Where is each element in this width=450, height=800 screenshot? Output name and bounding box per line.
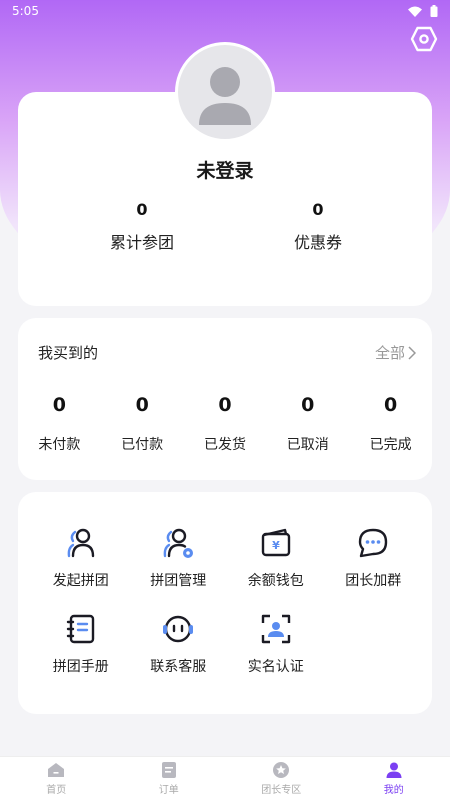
order-status-label: 已付款 — [121, 437, 164, 453]
tab-orders[interactable]: 订单 — [113, 757, 226, 800]
stat-group-count[interactable]: 0 累计参团 — [62, 200, 222, 253]
service-real-name-verification[interactable]: 实名认证 — [227, 612, 325, 676]
stat-coupons[interactable]: 0 优惠券 — [238, 200, 398, 253]
order-count: 0 — [135, 394, 149, 416]
chevron-right-icon — [408, 345, 416, 360]
tab-label: 首页 — [46, 785, 67, 796]
service-group-handbook[interactable]: 拼团手册 — [32, 612, 130, 676]
service-label: 发起拼团 — [52, 573, 109, 589]
order-count: 0 — [301, 394, 315, 416]
service-label: 联系客服 — [150, 659, 207, 675]
order-count: 0 — [218, 394, 232, 416]
wifi-icon — [408, 6, 422, 17]
stat-group-count-value: 0 — [136, 200, 148, 219]
service-label: 余额钱包 — [247, 573, 304, 589]
tab-label: 订单 — [158, 785, 179, 796]
service-label: 拼团管理 — [150, 573, 207, 589]
tab-home[interactable]: 首页 — [0, 757, 113, 800]
notebook-icon — [64, 612, 98, 646]
stat-coupons-value: 0 — [312, 200, 324, 219]
order-status-label: 已发货 — [203, 437, 246, 453]
order-status-label: 已取消 — [286, 437, 329, 453]
tab-label: 团长专区 — [261, 785, 302, 796]
person-icon — [386, 762, 402, 778]
bottom-tab-bar: 首页 订单 团长专区 我的 — [0, 756, 450, 800]
order-status-label: 已完成 — [369, 437, 412, 453]
services-grid: 发起拼团 拼团管理 ¥ 余额钱包 团长加群 拼团手册 联系客服 实名认证 — [18, 526, 432, 676]
home-icon — [48, 763, 65, 777]
id-scan-icon — [259, 612, 293, 646]
status-time: 5:05 — [12, 4, 39, 18]
order-status-shipped[interactable]: 0 已发货 — [184, 394, 267, 454]
headset-icon — [161, 612, 195, 646]
order-status-unpaid[interactable]: 0 未付款 — [18, 394, 101, 454]
service-label: 团长加群 — [345, 573, 402, 589]
order-icon — [161, 762, 176, 778]
tab-label: 我的 — [383, 785, 404, 796]
orders-view-all-label: 全部 — [374, 344, 405, 362]
service-group-management[interactable]: 拼团管理 — [130, 526, 228, 590]
stat-group-count-label: 累计参团 — [109, 233, 174, 252]
order-status-completed[interactable]: 0 已完成 — [349, 394, 432, 454]
orders-title: 我买到的 — [38, 344, 99, 362]
service-balance-wallet[interactable]: ¥ 余额钱包 — [227, 526, 325, 590]
user-group-icon — [64, 526, 98, 560]
stat-coupons-label: 优惠券 — [293, 233, 342, 252]
tab-mine[interactable]: 我的 — [338, 757, 450, 800]
order-status-row: 0 未付款 0 已付款 0 已发货 0 已取消 0 已完成 — [18, 394, 432, 454]
order-status-paid[interactable]: 0 已付款 — [101, 394, 184, 454]
settings-button[interactable] — [406, 24, 442, 54]
hexagon-settings-icon — [410, 26, 438, 52]
service-start-group[interactable]: 发起拼团 — [32, 526, 130, 590]
avatar[interactable] — [175, 42, 275, 142]
order-status-label: 未付款 — [38, 437, 81, 453]
service-label: 拼团手册 — [52, 659, 109, 675]
service-customer-support[interactable]: 联系客服 — [130, 612, 228, 676]
battery-icon — [430, 5, 438, 17]
orders-card: 我买到的 全部 0 未付款 0 已付款 0 已发货 0 已取消 0 已完成 — [18, 318, 432, 480]
service-join-group-chat[interactable]: 团长加群 — [325, 526, 423, 590]
order-count: 0 — [52, 394, 67, 416]
svg-text:¥: ¥ — [272, 539, 280, 552]
order-status-cancelled[interactable]: 0 已取消 — [266, 394, 349, 454]
services-card: 发起拼团 拼团管理 ¥ 余额钱包 团长加群 拼团手册 联系客服 实名认证 — [18, 492, 432, 714]
chat-bubble-icon — [356, 526, 390, 560]
user-gear-icon — [161, 526, 195, 560]
default-avatar-icon — [199, 67, 251, 125]
star-badge-icon — [273, 762, 290, 778]
service-label: 实名认证 — [247, 659, 304, 675]
order-count: 0 — [383, 394, 398, 416]
tab-leader-zone[interactable]: 团长专区 — [225, 757, 338, 800]
login-status-text[interactable]: 未登录 — [18, 156, 432, 183]
status-bar: 5:05 — [0, 0, 450, 22]
wallet-icon: ¥ — [259, 526, 293, 560]
orders-view-all-link[interactable]: 全部 — [375, 342, 416, 363]
